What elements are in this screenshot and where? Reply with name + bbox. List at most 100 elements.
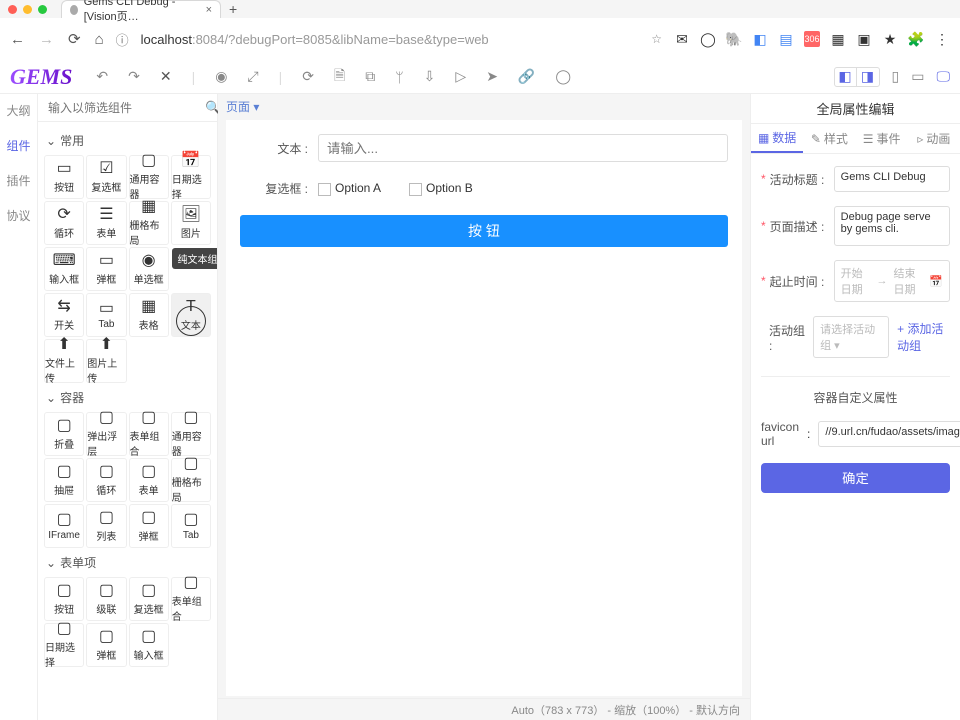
rail-protocol[interactable]: 协议 bbox=[6, 203, 30, 228]
submit-button[interactable]: 确定 bbox=[761, 463, 950, 493]
component-item[interactable]: ▢通用容器 bbox=[129, 155, 169, 199]
save-icon[interactable]: 🗎 bbox=[334, 65, 345, 89]
address-bar[interactable]: localhost:8084/?debugPort=8085&libName=b… bbox=[141, 32, 640, 47]
component-item[interactable]: ▢列表 bbox=[86, 504, 126, 548]
category-header[interactable]: ⌄ 容器 bbox=[44, 383, 211, 412]
component-item[interactable]: ⬆文件上传 bbox=[44, 339, 84, 383]
component-item[interactable]: ▢折叠 bbox=[44, 412, 84, 456]
redo-icon[interactable]: ↷ bbox=[128, 68, 140, 85]
new-tab-button[interactable]: + bbox=[229, 1, 237, 17]
ext-icon[interactable]: ▦ bbox=[830, 31, 846, 47]
maximize-window-icon[interactable] bbox=[38, 5, 47, 14]
branch-icon[interactable]: ᛘ bbox=[395, 69, 403, 85]
component-item[interactable]: ▢抽屉 bbox=[44, 458, 84, 502]
close-icon[interactable]: ✕ bbox=[160, 68, 172, 85]
component-item[interactable]: ▢Tab bbox=[171, 504, 211, 548]
ext-icon[interactable]: 🐘 bbox=[726, 31, 742, 47]
reload-icon[interactable]: ⟳ bbox=[68, 30, 81, 48]
tab-close-icon[interactable]: × bbox=[206, 4, 212, 16]
component-item[interactable]: ▢表单 bbox=[129, 458, 169, 502]
expand-icon[interactable]: ⤢ bbox=[247, 68, 258, 85]
component-item[interactable]: ▢弹出浮层 bbox=[86, 412, 126, 456]
rail-plugins[interactable]: 插件 bbox=[6, 168, 30, 193]
primary-button[interactable]: 按 钮 bbox=[240, 215, 728, 247]
ext-icon[interactable]: ▣ bbox=[856, 31, 872, 47]
checkbox-b[interactable]: Option B bbox=[409, 181, 473, 195]
tab-event[interactable]: ☰ 事件 bbox=[856, 124, 908, 153]
group-select[interactable]: 请选择活动组 ▾ bbox=[813, 316, 889, 358]
window-controls[interactable] bbox=[8, 5, 47, 14]
component-item[interactable]: ◉单选框纯文本组件 bbox=[129, 247, 169, 291]
bookmark-icon[interactable]: ☆ bbox=[651, 32, 662, 46]
component-item[interactable]: ☑复选框 bbox=[86, 155, 126, 199]
ext-icon[interactable]: ◧ bbox=[752, 31, 768, 47]
component-item[interactable]: ⟳循环 bbox=[44, 201, 84, 245]
device-tablet-icon[interactable]: ▭ bbox=[911, 68, 924, 85]
copy-icon[interactable]: ⧉ bbox=[365, 68, 375, 85]
component-item[interactable]: ▢输入框 bbox=[129, 623, 169, 667]
component-item[interactable]: ▢复选框 bbox=[129, 577, 169, 621]
component-item[interactable]: ▢日期选择 bbox=[44, 623, 84, 667]
tab-style[interactable]: ✎ 样式 bbox=[803, 124, 855, 153]
browser-tab[interactable]: Gems CLI Debug - [Vision页… × bbox=[61, 0, 221, 18]
component-item[interactable]: T文本 bbox=[171, 293, 211, 337]
download-icon[interactable]: ⇩ bbox=[424, 68, 436, 85]
home-icon[interactable]: ⌂ bbox=[95, 31, 104, 48]
activity-title-input[interactable]: Gems CLI Debug bbox=[834, 166, 950, 192]
component-item[interactable]: ▦栅格布局 bbox=[129, 201, 169, 245]
component-item[interactable]: ▢按钮 bbox=[44, 577, 84, 621]
component-item[interactable]: ▢通用容器 bbox=[171, 412, 211, 456]
record-icon[interactable]: ◯ bbox=[555, 68, 571, 85]
panel-left-icon[interactable]: ◧ bbox=[835, 68, 857, 86]
rail-outline[interactable]: 大纲 bbox=[6, 98, 30, 123]
tab-data[interactable]: ▦ 数据 bbox=[751, 124, 803, 153]
component-list[interactable]: ⌄ 常用▭按钮☑复选框▢通用容器📅日期选择⟳循环☰表单▦栅格布局🖼图片⌨输入框▭… bbox=[38, 122, 217, 720]
panel-right-icon[interactable]: ◨ bbox=[857, 68, 879, 86]
send-icon[interactable]: ➤ bbox=[486, 68, 498, 85]
ext-icon[interactable]: ◯ bbox=[700, 31, 716, 47]
ext-icon[interactable]: ★ bbox=[882, 31, 898, 47]
rail-components[interactable]: 组件 bbox=[6, 133, 30, 158]
back-icon[interactable]: ← bbox=[10, 31, 25, 48]
ext-icon[interactable]: ✉ bbox=[674, 31, 690, 47]
date-range-input[interactable]: 开始日期→结束日期📅 bbox=[834, 260, 950, 302]
component-item[interactable]: ▦表格 bbox=[129, 293, 169, 337]
component-item[interactable]: ▢级联 bbox=[86, 577, 126, 621]
favicon-url-input[interactable]: //9.url.cn/fudao/assets/images/favi… bbox=[818, 421, 960, 447]
add-group-link[interactable]: + 添加活动组 bbox=[897, 320, 950, 354]
avatar-icon[interactable]: 🧩 bbox=[908, 31, 924, 47]
link-icon[interactable]: 🔗 bbox=[518, 68, 535, 85]
tab-anim[interactable]: ▹ 动画 bbox=[908, 124, 960, 153]
component-item[interactable]: ▢弹框 bbox=[86, 623, 126, 667]
eye-icon[interactable]: ◉ bbox=[215, 68, 227, 85]
undo-icon[interactable]: ↶ bbox=[96, 68, 108, 85]
component-item[interactable]: ▢表单组合 bbox=[129, 412, 169, 456]
panel-toggle[interactable]: ◧ ◨ bbox=[834, 67, 880, 87]
component-item[interactable]: ▢表单组合 bbox=[171, 577, 211, 621]
category-header[interactable]: ⌄ 表单项 bbox=[44, 548, 211, 577]
component-item[interactable]: ▭Tab bbox=[86, 293, 126, 337]
component-item[interactable]: ☰表单 bbox=[86, 201, 126, 245]
component-item[interactable]: ▢循环 bbox=[86, 458, 126, 502]
breadcrumb[interactable]: 页面 ▾ bbox=[218, 94, 750, 118]
component-item[interactable]: ▭弹框 bbox=[86, 247, 126, 291]
device-phone-icon[interactable]: ▯ bbox=[892, 68, 900, 85]
checkbox-a[interactable]: Option A bbox=[318, 181, 381, 195]
page-desc-input[interactable]: Debug page serve by gems cli. bbox=[834, 206, 950, 246]
minimize-window-icon[interactable] bbox=[23, 5, 32, 14]
play-icon[interactable]: ▷ bbox=[455, 68, 466, 85]
component-item[interactable]: ⌨输入框 bbox=[44, 247, 84, 291]
component-item[interactable]: ⇆开关 bbox=[44, 293, 84, 337]
ext-icon[interactable]: ▤ bbox=[778, 31, 794, 47]
text-input[interactable] bbox=[318, 134, 728, 162]
component-item[interactable]: 🖼图片 bbox=[171, 201, 211, 245]
canvas-page[interactable]: 文本 : 复选框 : Option A Option B 按 钮 bbox=[226, 120, 742, 696]
refresh-icon[interactable]: ⟳ bbox=[302, 68, 314, 85]
ext-icon[interactable]: 306 bbox=[804, 31, 820, 47]
search-input[interactable] bbox=[46, 100, 205, 116]
forward-icon[interactable]: → bbox=[39, 31, 54, 48]
component-item[interactable]: 📅日期选择 bbox=[171, 155, 211, 199]
component-item[interactable]: ▢栅格布局 bbox=[171, 458, 211, 502]
component-item[interactable]: ▭按钮 bbox=[44, 155, 84, 199]
component-item[interactable]: ⬆图片上传 bbox=[86, 339, 126, 383]
